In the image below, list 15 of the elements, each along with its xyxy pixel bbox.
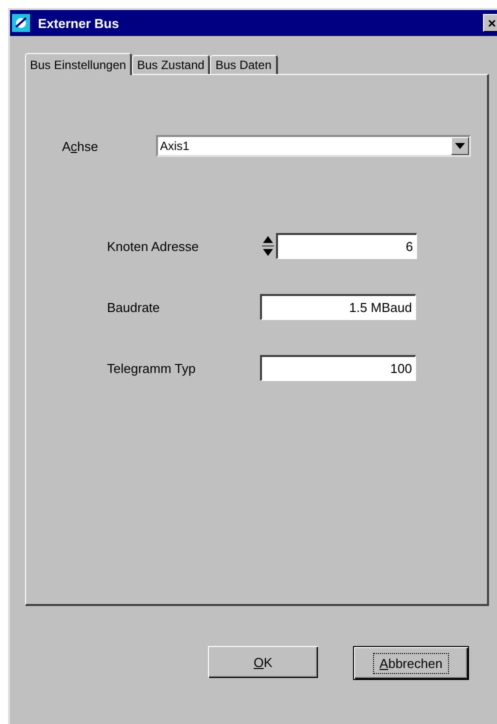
dialog-button[interactable]: Abbrechen (353, 646, 469, 680)
tab[interactable]: Bus Daten (210, 55, 278, 74)
field-label: Knoten Adresse (107, 238, 200, 254)
tab[interactable]: Bus Einstellungen (25, 53, 132, 75)
axis-label: Achse (62, 138, 100, 154)
dialog-button[interactable]: OK (208, 646, 318, 678)
field-label: Baudrate (107, 300, 161, 314)
tab[interactable]: Bus Zustand (132, 55, 210, 74)
input-field[interactable]: 100 (260, 355, 416, 381)
axis-dropdown[interactable]: Axis1 (156, 135, 471, 157)
close-button[interactable]: × (483, 14, 497, 32)
input-field[interactable]: 1.5 MBaud (260, 294, 416, 320)
field-label: Telegramm Typ (107, 360, 197, 376)
input-field[interactable]: 6 (276, 233, 417, 259)
window-title: Externer Bus (38, 16, 120, 30)
